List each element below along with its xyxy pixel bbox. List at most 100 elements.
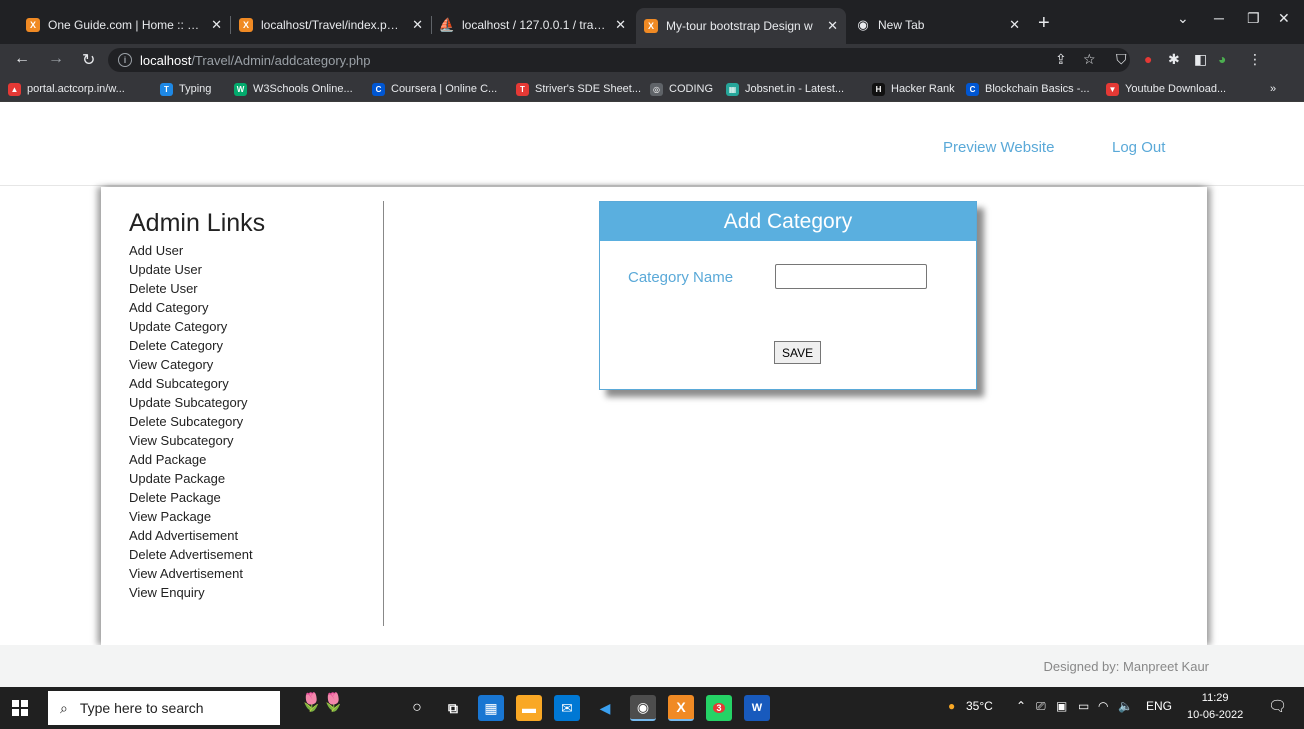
bookmark-favicon-icon: ▦ [726, 82, 739, 96]
new-tab-plus-icon[interactable]: + [1038, 12, 1050, 35]
tray-teams-icon[interactable]: ▣ [1056, 699, 1067, 713]
bookmark-label: Typing [179, 83, 212, 95]
notification-icon[interactable]: 🗨 [1268, 697, 1287, 715]
back-arrow-icon[interactable]: ← [14, 50, 30, 68]
bookmark-star-icon[interactable]: ☆ [1083, 51, 1096, 68]
wifi-icon[interactable]: ◠ [1098, 699, 1108, 713]
restore-icon[interactable]: ❐ [1247, 10, 1260, 27]
close-icon[interactable]: ✕ [1009, 17, 1020, 33]
close-icon[interactable]: ✕ [211, 17, 222, 33]
windows-start-icon[interactable] [12, 700, 28, 716]
sidebar-item-delete-subcategory[interactable]: Delete Subcategory [129, 412, 384, 431]
bookmark-label: CODING [669, 83, 713, 95]
sidebar-item-view-category[interactable]: View Category [129, 355, 384, 374]
language-indicator[interactable]: ENG [1146, 699, 1172, 713]
battery-icon[interactable]: ▭ [1078, 699, 1089, 713]
sidebar-item-delete-package[interactable]: Delete Package [129, 488, 384, 507]
word-icon[interactable]: W [744, 695, 770, 721]
sidebar-item-update-user[interactable]: Update User [129, 260, 384, 279]
forward-arrow-icon[interactable]: → [48, 50, 64, 68]
adblock-extension-icon[interactable]: ● [1144, 51, 1152, 67]
xampp-taskbar-icon[interactable]: X [668, 695, 694, 721]
bookmarks-overflow-chevron-icon[interactable]: » [1270, 80, 1276, 98]
system-clock[interactable]: 11:29 10-06-2022 [1187, 690, 1243, 724]
preview-website-link[interactable]: Preview Website [943, 139, 1054, 156]
bookmark-item[interactable]: C Coursera | Online C... [372, 80, 497, 98]
sidebar-item-view-advertisement[interactable]: View Advertisement [129, 564, 384, 583]
share-icon[interactable]: ⇪ [1055, 51, 1067, 68]
reload-icon[interactable]: ↻ [82, 50, 95, 70]
close-icon[interactable]: ✕ [827, 18, 838, 34]
sidebar-item-update-category[interactable]: Update Category [129, 317, 384, 336]
sidebar-item-add-category[interactable]: Add Category [129, 298, 384, 317]
flowers-widget-icon[interactable]: 🌷🌷 [300, 692, 345, 713]
save-button[interactable]: SAVE [774, 341, 822, 364]
sidebar-item-delete-user[interactable]: Delete User [129, 279, 384, 298]
info-icon[interactable]: i [118, 53, 132, 67]
chrome-icon: ◉ [857, 17, 869, 32]
main-container: Admin Links Add User Update User Delete … [101, 187, 1207, 645]
tab-travel-index[interactable]: X localhost/Travel/index.php#s ✕ [231, 10, 431, 40]
bookmark-item[interactable]: ▼ Youtube Download... [1106, 80, 1226, 98]
bookmark-item[interactable]: ▦ Jobsnet.in - Latest... [726, 80, 844, 98]
admin-links-list: Add User Update User Delete User Add Cat… [129, 241, 384, 602]
window-close-icon[interactable]: ✕ [1278, 10, 1290, 27]
tab-one-guide[interactable]: X One Guide.com | Home :: On ✕ [18, 10, 230, 40]
bookmark-item[interactable]: ▲ portal.actcorp.in/w... [8, 80, 125, 98]
cortana-circle-icon[interactable]: ○ [404, 695, 430, 721]
bookmark-item[interactable]: C Blockchain Basics -... [966, 80, 1090, 98]
tab-phpmyadmin[interactable]: ⛵ localhost / 127.0.0.1 / travel / ✕ [432, 10, 634, 40]
sidebar-item-add-subcategory[interactable]: Add Subcategory [129, 374, 384, 393]
category-name-label: Category Name [628, 269, 734, 286]
volume-icon[interactable]: 🔈 [1118, 699, 1133, 713]
vscode-icon[interactable]: ◀ [592, 695, 618, 721]
chrome-taskbar-icon[interactable]: ◉ [630, 695, 656, 721]
sidebar-item-add-user[interactable]: Add User [129, 241, 384, 260]
task-view-icon[interactable]: ⧉ [440, 695, 466, 721]
bookmark-item[interactable]: T Striver's SDE Sheet... [516, 80, 641, 98]
logout-link[interactable]: Log Out [1112, 139, 1165, 156]
sidebar-item-view-package[interactable]: View Package [129, 507, 384, 526]
menu-kebab-icon[interactable]: ⋮ [1248, 51, 1262, 68]
extensions-puzzle-icon[interactable]: ✱ [1168, 51, 1180, 68]
tray-app-icon[interactable]: ⎚ [1036, 699, 1046, 714]
shield-extension-icon[interactable]: ⛉ [1116, 51, 1127, 68]
close-icon[interactable]: ✕ [412, 17, 423, 33]
sidebar-item-delete-category[interactable]: Delete Category [129, 336, 384, 355]
minimize-icon[interactable]: ─ [1214, 10, 1224, 26]
close-icon[interactable]: ✕ [615, 17, 626, 33]
browser-tab-strip: X One Guide.com | Home :: On ✕ X localho… [0, 0, 1304, 44]
bookmark-label: W3Schools Online... [253, 83, 353, 95]
sidebar-item-view-subcategory[interactable]: View Subcategory [129, 431, 384, 450]
sidebar-item-add-package[interactable]: Add Package [129, 450, 384, 469]
tab-title: One Guide.com | Home :: On [48, 18, 204, 32]
category-name-input[interactable] [775, 264, 927, 289]
bookmark-item[interactable]: H Hacker Rank [872, 80, 955, 98]
sidebar-item-add-advertisement[interactable]: Add Advertisement [129, 526, 384, 545]
whatsapp-icon[interactable]: 3 [706, 695, 732, 721]
microsoft-store-icon[interactable]: ▦ [478, 695, 504, 721]
sidebar-item-delete-advertisement[interactable]: Delete Advertisement [129, 545, 384, 564]
bookmark-item[interactable]: W W3Schools Online... [234, 80, 353, 98]
sidebar-item-view-enquiry[interactable]: View Enquiry [129, 583, 384, 602]
sidebar-item-update-package[interactable]: Update Package [129, 469, 384, 488]
sidebar-item-update-subcategory[interactable]: Update Subcategory [129, 393, 384, 412]
tray-chevron-up-icon[interactable]: ⌃ [1016, 699, 1026, 713]
bookmark-label: Striver's SDE Sheet... [535, 83, 642, 95]
sidepanel-icon[interactable]: ◧ [1194, 51, 1207, 68]
url-path: /Travel/Admin/addcategory.php [191, 52, 371, 68]
mail-icon[interactable]: ✉ [554, 695, 580, 721]
url-bar[interactable]: i localhost/Travel/Admin/addcategory.php [108, 48, 1130, 72]
tab-my-tour[interactable]: X My-tour bootstrap Design w ✕ [636, 8, 846, 44]
bookmarks-bar: ▲ portal.actcorp.in/w... T Typing W W3Schoo… [0, 76, 1304, 102]
tab-search-chevron-icon[interactable]: ⌄ [1177, 10, 1189, 27]
tab-new-tab[interactable]: ◉ New Tab ✕ [848, 10, 1028, 40]
file-explorer-icon[interactable]: ▬ [516, 695, 542, 721]
bookmark-item[interactable]: ◎ CODING [650, 80, 713, 98]
profile-avatar-icon[interactable]: ◕ [1218, 51, 1226, 67]
taskbar-search-box[interactable]: ⌕ Type here to search [48, 691, 280, 725]
admin-page: Preview Website Log Out Admin Links Add … [0, 102, 1304, 687]
windows-taskbar: ⌕ Type here to search 🌷🌷 ○ ⧉ ▦ ▬ ✉ ◀ ◉ X… [0, 687, 1304, 729]
bookmark-item[interactable]: T Typing [160, 80, 211, 98]
weather-temperature[interactable]: 35°C [966, 699, 993, 713]
